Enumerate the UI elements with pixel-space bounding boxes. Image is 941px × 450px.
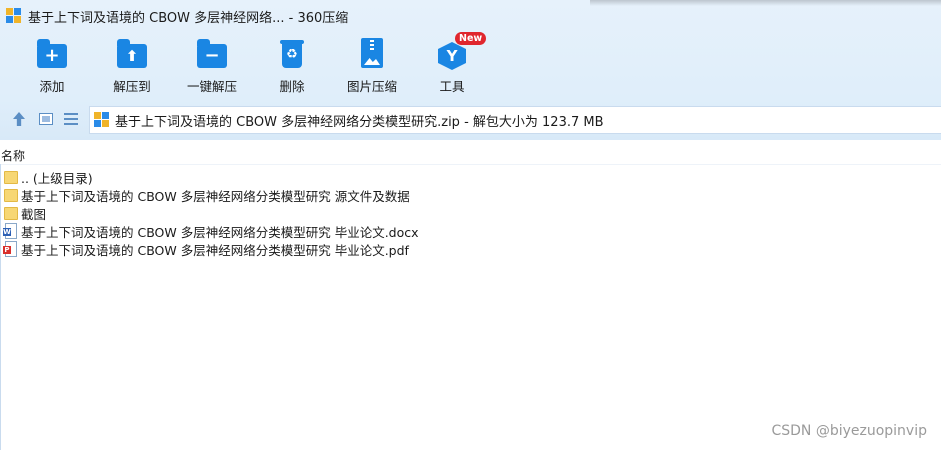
archive-app-icon (6, 8, 22, 24)
up-arrow-icon (13, 112, 25, 126)
add-label: 添加 (39, 79, 65, 94)
extract-to-icon: ⬆ (116, 38, 148, 70)
folder-icon (4, 187, 18, 203)
list-item-source-folder[interactable]: 基于上下词及语境的 CBOW 多层神经网络分类模型研究 源文件及数据 (0, 186, 941, 204)
list-item-name: 截图 (21, 206, 47, 222)
folder-icon (4, 169, 18, 185)
new-badge: New (455, 32, 487, 45)
column-header: 名称 (0, 144, 941, 165)
list-item-name: 基于上下词及语境的 CBOW 多层神经网络分类模型研究 毕业论文.docx (21, 224, 419, 240)
list-view-button[interactable] (64, 111, 80, 127)
one-click-extract-button[interactable]: − 一键解压 (174, 36, 250, 98)
list-item-name: .. (上级目录) (21, 170, 93, 186)
column-name-header[interactable]: 名称 (1, 147, 25, 164)
watermark: CSDN @biyezuopinvip (771, 423, 927, 439)
image-compress-icon (356, 38, 388, 70)
window-title: 基于上下词及语境的 CBOW 多层神经网络... - 360压缩 (28, 10, 349, 26)
one-click-extract-label: 一键解压 (186, 79, 237, 94)
word-document-icon: W (3, 223, 18, 239)
image-compress-label: 图片压缩 (346, 79, 397, 94)
add-folder-icon: + (36, 38, 68, 70)
tools-button[interactable]: Y New 工具 (414, 32, 490, 98)
image-compress-button[interactable]: 图片压缩 (334, 36, 410, 98)
tools-icon: Y New (436, 32, 487, 70)
folder-icon (4, 205, 18, 221)
delete-label: 删除 (279, 79, 305, 94)
extract-to-button[interactable]: ⬆ 解压到 (94, 36, 170, 98)
up-level-button[interactable] (11, 111, 27, 127)
path-text: 基于上下词及语境的 CBOW 多层神经网络分类模型研究.zip - 解包大小为 … (115, 114, 604, 130)
list-item-name: 基于上下词及语境的 CBOW 多层神经网络分类模型研究 源文件及数据 (21, 188, 410, 204)
list-item-parent-dir[interactable]: .. (上级目录) (0, 168, 941, 186)
toolbar: + 添加 ⬆ 解压到 − 一键解压 ♻ 删除 图片压缩 Y New 工具 (0, 32, 941, 98)
list-item-name: 基于上下词及语境的 CBOW 多层神经网络分类模型研究 毕业论文.pdf (21, 242, 409, 258)
delete-button[interactable]: ♻ 删除 (254, 36, 330, 98)
recycle-bin-icon: ♻ (276, 38, 308, 70)
title-bar: 基于上下词及语境的 CBOW 多层神经网络... - 360压缩 (0, 0, 941, 32)
one-click-extract-icon: − (196, 38, 228, 70)
list-view-icon (64, 113, 78, 125)
path-bar[interactable]: 基于上下词及语境的 CBOW 多层神经网络分类模型研究.zip - 解包大小为 … (89, 106, 941, 134)
navigation-bar: 基于上下词及语境的 CBOW 多层神经网络分类模型研究.zip - 解包大小为 … (0, 104, 941, 134)
list-item-pdf[interactable]: P 基于上下词及语境的 CBOW 多层神经网络分类模型研究 毕业论文.pdf (0, 240, 941, 258)
list-item-screenshots-folder[interactable]: 截图 (0, 204, 941, 222)
tools-label: 工具 (439, 79, 465, 94)
thumbnail-view-icon (39, 113, 53, 125)
zip-file-icon (94, 112, 110, 128)
thumbnail-view-button[interactable] (38, 111, 54, 127)
extract-to-label: 解压到 (113, 79, 151, 94)
pdf-document-icon: P (3, 241, 18, 257)
list-item-docx[interactable]: W 基于上下词及语境的 CBOW 多层神经网络分类模型研究 毕业论文.docx (0, 222, 941, 240)
add-button[interactable]: + 添加 (14, 36, 90, 98)
